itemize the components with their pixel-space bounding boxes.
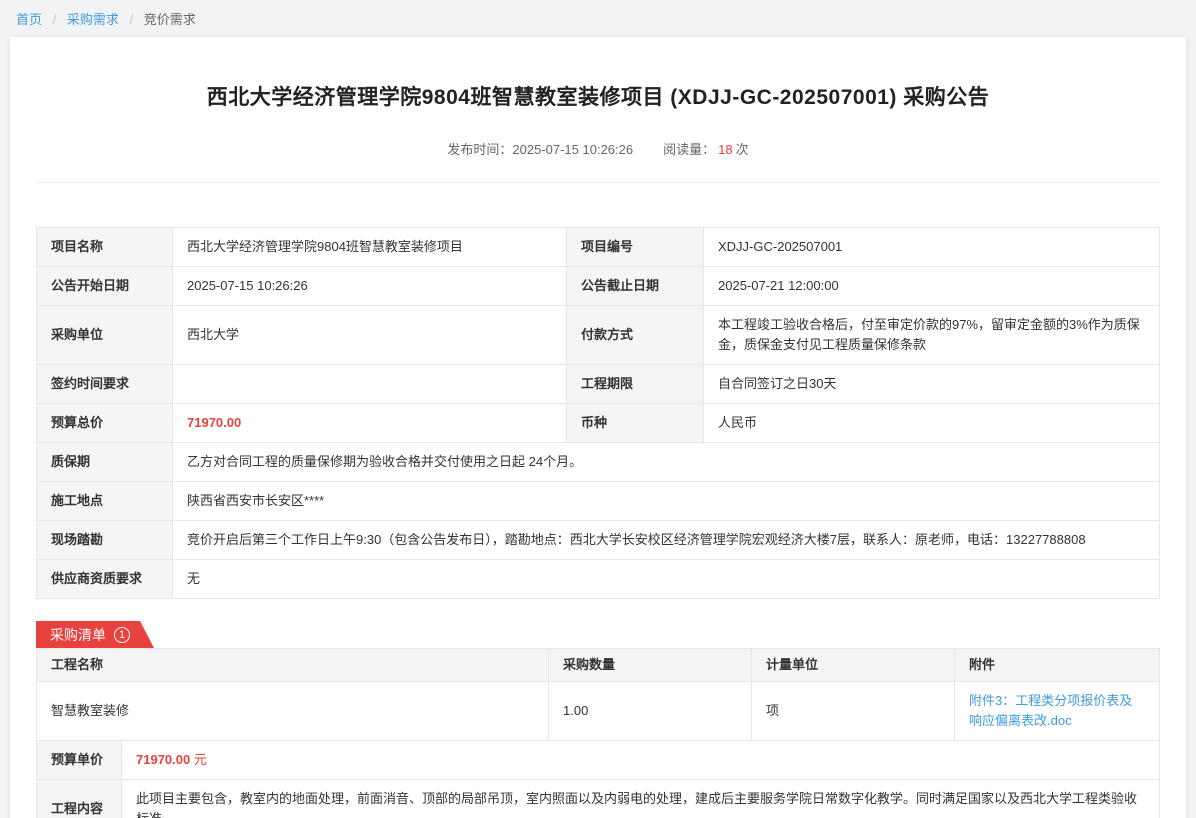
budget-total-value: 71970.00 (173, 404, 567, 443)
purchase-list-badge-label: 采购清单 (50, 625, 106, 645)
views-count: 18 (718, 142, 732, 157)
table-row: 公告开始日期 2025-07-15 10:26:26 公告截止日期 2025-0… (37, 267, 1160, 306)
item-name: 智慧教室装修 (37, 682, 549, 741)
unit-price-unit: 元 (194, 752, 207, 767)
purchase-extra-table: 预算单价 71970.00 元 工程内容 此项目主要包含，教室内的地面处理，前面… (36, 740, 1160, 818)
qualification-label: 供应商资质要求 (37, 560, 173, 599)
item-quantity: 1.00 (549, 682, 752, 741)
views-unit: 次 (736, 142, 749, 157)
table-row: 施工地点 陕西省西安市长安区**** (37, 482, 1160, 521)
purchaser-label: 采购单位 (37, 306, 173, 365)
start-date-value: 2025-07-15 10:26:26 (173, 267, 567, 306)
table-row: 采购单位 西北大学 付款方式 本工程竣工验收合格后，付至审定价款的97%，留审定… (37, 306, 1160, 365)
breadcrumb-current-page: 竞价需求 (144, 12, 196, 27)
end-date-label: 公告截止日期 (567, 267, 704, 306)
table-header-row: 工程名称 采购数量 计量单位 附件 (37, 649, 1160, 682)
currency-value: 人民币 (704, 404, 1160, 443)
work-content-value: 此项目主要包含，教室内的地面处理，前面消音、顶部的局部吊顶，室内照面以及内弱电的… (122, 780, 1160, 818)
breadcrumb: 首页 / 采购需求 / 竞价需求 (0, 0, 1196, 37)
payment-value: 本工程竣工验收合格后，付至审定价款的97%，留审定金额的3%作为质保金，质保金支… (704, 306, 1160, 365)
breadcrumb-purchase-demand-link[interactable]: 采购需求 (67, 12, 119, 27)
announcement-card: 西北大学经济管理学院9804班智慧教室装修项目 (XDJJ-GC-2025070… (10, 37, 1186, 818)
table-row: 预算单价 71970.00 元 (37, 741, 1160, 780)
project-name-value: 西北大学经济管理学院9804班智慧教室装修项目 (173, 228, 567, 267)
column-header-unit: 计量单位 (752, 649, 955, 682)
project-name-label: 项目名称 (37, 228, 173, 267)
end-date-value: 2025-07-21 12:00:00 (704, 267, 1160, 306)
site-visit-value: 竞价开启后第三个工作日上午9:30（包含公告发布日），踏勘地点：西北大学长安校区… (173, 521, 1160, 560)
table-row: 项目名称 西北大学经济管理学院9804班智慧教室装修项目 项目编号 XDJJ-G… (37, 228, 1160, 267)
sign-time-value (173, 365, 567, 404)
warranty-label: 质保期 (37, 443, 173, 482)
unit-price-label: 预算单价 (37, 741, 122, 780)
start-date-label: 公告开始日期 (37, 267, 173, 306)
announcement-meta: 发布时间：2025-07-15 10:26:26 阅读量：18 次 (36, 139, 1160, 158)
views-label: 阅读量： (663, 142, 715, 157)
currency-label: 币种 (567, 404, 704, 443)
table-row: 现场踏勘 竞价开启后第三个工作日上午9:30（包含公告发布日），踏勘地点：西北大… (37, 521, 1160, 560)
item-unit: 项 (752, 682, 955, 741)
location-value: 陕西省西安市长安区**** (173, 482, 1160, 521)
breadcrumb-home-link[interactable]: 首页 (16, 12, 42, 27)
site-visit-label: 现场踏勘 (37, 521, 173, 560)
budget-total-label: 预算总价 (37, 404, 173, 443)
qualification-value: 无 (173, 560, 1160, 599)
unit-price-value: 71970.00 (136, 752, 190, 767)
table-row: 预算总价 71970.00 币种 人民币 (37, 404, 1160, 443)
duration-value: 自合同签订之日30天 (704, 365, 1160, 404)
column-header-quantity: 采购数量 (549, 649, 752, 682)
project-code-value: XDJJ-GC-202507001 (704, 228, 1160, 267)
column-header-attachment: 附件 (955, 649, 1160, 682)
table-row: 签约时间要求 工程期限 自合同签订之日30天 (37, 365, 1160, 404)
warranty-value: 乙方对合同工程的质量保修期为验收合格并交付使用之日起 24个月。 (173, 443, 1160, 482)
publish-time-label: 发布时间： (447, 142, 512, 157)
purchase-list-count-badge: 1 (114, 627, 130, 643)
table-row: 质保期 乙方对合同工程的质量保修期为验收合格并交付使用之日起 24个月。 (37, 443, 1160, 482)
purchase-items-table: 工程名称 采购数量 计量单位 附件 智慧教室装修 1.00 项 附件3：工程类分… (36, 648, 1160, 741)
table-row: 智慧教室装修 1.00 项 附件3：工程类分项报价表及响应偏离表改.doc (37, 682, 1160, 741)
publish-time-value: 2025-07-15 10:26:26 (512, 142, 633, 157)
purchaser-value: 西北大学 (173, 306, 567, 365)
location-label: 施工地点 (37, 482, 173, 521)
unit-price-cell: 71970.00 元 (122, 741, 1160, 780)
table-row: 供应商资质要求 无 (37, 560, 1160, 599)
section-divider (36, 182, 1160, 183)
project-code-label: 项目编号 (567, 228, 704, 267)
attachment-link[interactable]: 附件3：工程类分项报价表及响应偏离表改.doc (969, 693, 1132, 728)
sign-time-label: 签约时间要求 (37, 365, 173, 404)
payment-label: 付款方式 (567, 306, 704, 365)
duration-label: 工程期限 (567, 365, 704, 404)
page-title: 西北大学经济管理学院9804班智慧教室装修项目 (XDJJ-GC-2025070… (36, 37, 1160, 111)
table-row: 工程内容 此项目主要包含，教室内的地面处理，前面消音、顶部的局部吊顶，室内照面以… (37, 780, 1160, 818)
breadcrumb-separator: / (130, 12, 134, 27)
project-details-table: 项目名称 西北大学经济管理学院9804班智慧教室装修项目 项目编号 XDJJ-G… (36, 227, 1160, 599)
work-content-label: 工程内容 (37, 780, 122, 818)
purchase-list-badge: 采购清单 1 (36, 621, 154, 648)
breadcrumb-separator: / (53, 12, 57, 27)
column-header-project-name: 工程名称 (37, 649, 549, 682)
